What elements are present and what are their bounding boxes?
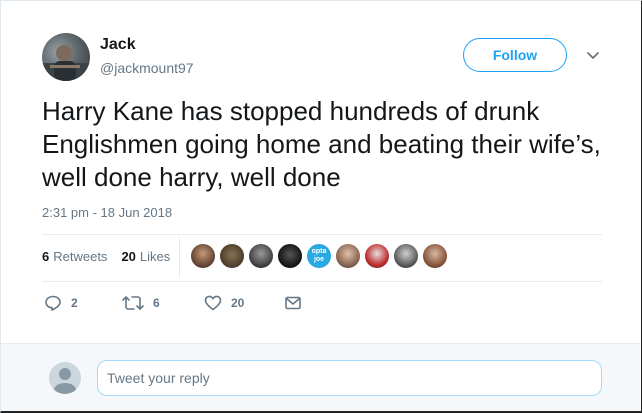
opta-text: joe (313, 256, 325, 263)
like-count: 20 (231, 296, 245, 310)
engagement-stats: 6 Retweets 20 Likes (42, 249, 170, 264)
liker-avatar[interactable] (394, 244, 418, 268)
default-avatar-icon (49, 362, 81, 394)
reply-icon (45, 295, 61, 311)
liker-avatar[interactable] (278, 244, 302, 268)
retweet-count: 6 (153, 296, 160, 310)
retweet-action[interactable]: 6 (122, 294, 160, 312)
likes-stat[interactable]: 20 Likes (121, 249, 170, 264)
reply-count: 2 (71, 296, 78, 310)
user-avatar[interactable] (42, 33, 90, 81)
retweets-stat[interactable]: 6 Retweets (42, 249, 107, 264)
liker-avatar[interactable] (191, 244, 215, 268)
stats-divider-bottom (42, 281, 602, 282)
envelope-icon (285, 296, 301, 310)
heart-icon (204, 295, 222, 311)
opta-text: opta (311, 248, 327, 255)
user-name[interactable]: Jack (100, 36, 136, 54)
reply-composer: Tweet your reply (1, 343, 640, 411)
tweet-actions: 2 6 20 (44, 294, 344, 316)
retweet-icon (122, 296, 144, 310)
liker-avatar[interactable] (220, 244, 244, 268)
retweets-label: Retweets (53, 249, 108, 264)
liker-avatar[interactable] (423, 244, 447, 268)
like-action[interactable]: 20 (204, 294, 244, 312)
stats-divider-top (42, 234, 602, 235)
likes-label: Likes (139, 249, 171, 264)
reply-input[interactable]: Tweet your reply (97, 360, 602, 396)
liker-avatar[interactable] (249, 244, 273, 268)
chevron-down-icon[interactable] (586, 48, 600, 62)
direct-message-action[interactable] (284, 294, 302, 312)
liker-avatar[interactable] (336, 244, 360, 268)
user-handle[interactable]: @jackmount97 (100, 60, 194, 76)
likes-count: 20 (121, 249, 136, 264)
retweets-count: 6 (42, 249, 50, 264)
liker-avatar[interactable] (365, 244, 389, 268)
reply-action[interactable]: 2 (44, 294, 78, 312)
follow-button[interactable]: Follow (463, 38, 567, 72)
liker-avatar[interactable]: opta joe (307, 244, 331, 268)
liker-avatars: opta joe (191, 244, 447, 268)
tweet-timestamp[interactable]: 2:31 pm - 18 Jun 2018 (42, 205, 172, 220)
tweet-text: Harry Kane has stopped hundreds of drunk… (42, 96, 601, 192)
stats-separator (179, 236, 180, 278)
